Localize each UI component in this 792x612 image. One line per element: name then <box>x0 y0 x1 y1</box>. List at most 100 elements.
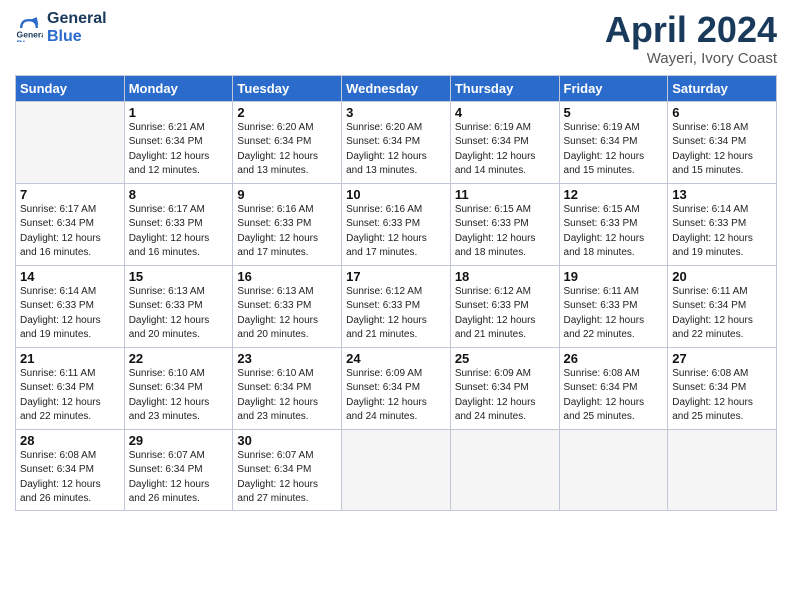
day-info: Sunrise: 6:19 AMSunset: 6:34 PMDaylight:… <box>564 121 664 179</box>
calendar-cell: 15Sunrise: 6:13 AMSunset: 6:33 PMDayligh… <box>124 265 233 347</box>
day-number: 17 <box>346 269 446 284</box>
day-info: Sunrise: 6:19 AMSunset: 6:34 PMDaylight:… <box>455 121 555 179</box>
calendar-cell: 10Sunrise: 6:16 AMSunset: 6:33 PMDayligh… <box>342 183 451 265</box>
calendar-cell: 23Sunrise: 6:10 AMSunset: 6:34 PMDayligh… <box>233 347 342 429</box>
day-info: Sunrise: 6:18 AMSunset: 6:34 PMDaylight:… <box>672 121 772 179</box>
logo-blue: Blue <box>47 28 107 46</box>
calendar-cell <box>450 429 559 510</box>
day-number: 13 <box>672 187 772 202</box>
calendar-cell <box>16 101 125 183</box>
day-number: 5 <box>564 105 664 120</box>
day-number: 19 <box>564 269 664 284</box>
calendar-cell: 14Sunrise: 6:14 AMSunset: 6:33 PMDayligh… <box>16 265 125 347</box>
calendar-cell: 28Sunrise: 6:08 AMSunset: 6:34 PMDayligh… <box>16 429 125 510</box>
day-info: Sunrise: 6:21 AMSunset: 6:34 PMDaylight:… <box>129 121 229 179</box>
day-number: 9 <box>237 187 337 202</box>
day-info: Sunrise: 6:07 AMSunset: 6:34 PMDaylight:… <box>129 449 229 507</box>
calendar-cell: 17Sunrise: 6:12 AMSunset: 6:33 PMDayligh… <box>342 265 451 347</box>
day-number: 23 <box>237 351 337 366</box>
day-info: Sunrise: 6:13 AMSunset: 6:33 PMDaylight:… <box>129 285 229 343</box>
calendar-cell: 3Sunrise: 6:20 AMSunset: 6:34 PMDaylight… <box>342 101 451 183</box>
day-info: Sunrise: 6:11 AMSunset: 6:34 PMDaylight:… <box>672 285 772 343</box>
header-day-thursday: Thursday <box>450 75 559 101</box>
day-info: Sunrise: 6:09 AMSunset: 6:34 PMDaylight:… <box>455 367 555 425</box>
calendar-cell: 11Sunrise: 6:15 AMSunset: 6:33 PMDayligh… <box>450 183 559 265</box>
day-number: 27 <box>672 351 772 366</box>
calendar-cell: 25Sunrise: 6:09 AMSunset: 6:34 PMDayligh… <box>450 347 559 429</box>
header-day-tuesday: Tuesday <box>233 75 342 101</box>
calendar-cell: 18Sunrise: 6:12 AMSunset: 6:33 PMDayligh… <box>450 265 559 347</box>
calendar-cell: 30Sunrise: 6:07 AMSunset: 6:34 PMDayligh… <box>233 429 342 510</box>
calendar-cell <box>342 429 451 510</box>
day-number: 6 <box>672 105 772 120</box>
day-info: Sunrise: 6:10 AMSunset: 6:34 PMDaylight:… <box>237 367 337 425</box>
calendar-cell: 8Sunrise: 6:17 AMSunset: 6:33 PMDaylight… <box>124 183 233 265</box>
calendar-cell: 9Sunrise: 6:16 AMSunset: 6:33 PMDaylight… <box>233 183 342 265</box>
calendar-cell: 29Sunrise: 6:07 AMSunset: 6:34 PMDayligh… <box>124 429 233 510</box>
day-number: 21 <box>20 351 120 366</box>
calendar-cell: 20Sunrise: 6:11 AMSunset: 6:34 PMDayligh… <box>668 265 777 347</box>
day-number: 12 <box>564 187 664 202</box>
day-info: Sunrise: 6:16 AMSunset: 6:33 PMDaylight:… <box>237 203 337 261</box>
header-day-saturday: Saturday <box>668 75 777 101</box>
day-info: Sunrise: 6:14 AMSunset: 6:33 PMDaylight:… <box>20 285 120 343</box>
month-title: April 2024 <box>605 10 777 50</box>
svg-text:Blue: Blue <box>17 39 36 42</box>
calendar-cell: 21Sunrise: 6:11 AMSunset: 6:34 PMDayligh… <box>16 347 125 429</box>
header: General Blue General Blue April 2024 Way… <box>15 10 777 67</box>
day-info: Sunrise: 6:08 AMSunset: 6:34 PMDaylight:… <box>672 367 772 425</box>
calendar-cell: 24Sunrise: 6:09 AMSunset: 6:34 PMDayligh… <box>342 347 451 429</box>
day-number: 24 <box>346 351 446 366</box>
week-row-3: 21Sunrise: 6:11 AMSunset: 6:34 PMDayligh… <box>16 347 777 429</box>
day-number: 11 <box>455 187 555 202</box>
day-info: Sunrise: 6:16 AMSunset: 6:33 PMDaylight:… <box>346 203 446 261</box>
location-subtitle: Wayeri, Ivory Coast <box>605 50 777 67</box>
day-number: 14 <box>20 269 120 284</box>
logo-general: General <box>47 10 107 28</box>
title-block: April 2024 Wayeri, Ivory Coast <box>605 10 777 67</box>
calendar-cell: 4Sunrise: 6:19 AMSunset: 6:34 PMDaylight… <box>450 101 559 183</box>
calendar-cell: 2Sunrise: 6:20 AMSunset: 6:34 PMDaylight… <box>233 101 342 183</box>
header-day-sunday: Sunday <box>16 75 125 101</box>
week-row-4: 28Sunrise: 6:08 AMSunset: 6:34 PMDayligh… <box>16 429 777 510</box>
calendar-table: SundayMondayTuesdayWednesdayThursdayFrid… <box>15 75 777 511</box>
day-number: 7 <box>20 187 120 202</box>
day-info: Sunrise: 6:15 AMSunset: 6:33 PMDaylight:… <box>455 203 555 261</box>
day-info: Sunrise: 6:14 AMSunset: 6:33 PMDaylight:… <box>672 203 772 261</box>
day-number: 1 <box>129 105 229 120</box>
calendar-cell <box>559 429 668 510</box>
header-row: SundayMondayTuesdayWednesdayThursdayFrid… <box>16 75 777 101</box>
day-info: Sunrise: 6:11 AMSunset: 6:33 PMDaylight:… <box>564 285 664 343</box>
header-day-wednesday: Wednesday <box>342 75 451 101</box>
logo-icon: General Blue <box>15 14 43 42</box>
day-number: 3 <box>346 105 446 120</box>
day-info: Sunrise: 6:17 AMSunset: 6:34 PMDaylight:… <box>20 203 120 261</box>
day-number: 29 <box>129 433 229 448</box>
calendar-cell <box>668 429 777 510</box>
day-number: 26 <box>564 351 664 366</box>
day-info: Sunrise: 6:20 AMSunset: 6:34 PMDaylight:… <box>237 121 337 179</box>
day-info: Sunrise: 6:15 AMSunset: 6:33 PMDaylight:… <box>564 203 664 261</box>
day-info: Sunrise: 6:17 AMSunset: 6:33 PMDaylight:… <box>129 203 229 261</box>
day-info: Sunrise: 6:13 AMSunset: 6:33 PMDaylight:… <box>237 285 337 343</box>
week-row-1: 7Sunrise: 6:17 AMSunset: 6:34 PMDaylight… <box>16 183 777 265</box>
day-info: Sunrise: 6:12 AMSunset: 6:33 PMDaylight:… <box>346 285 446 343</box>
calendar-cell: 27Sunrise: 6:08 AMSunset: 6:34 PMDayligh… <box>668 347 777 429</box>
day-number: 20 <box>672 269 772 284</box>
day-number: 28 <box>20 433 120 448</box>
calendar-cell: 13Sunrise: 6:14 AMSunset: 6:33 PMDayligh… <box>668 183 777 265</box>
day-info: Sunrise: 6:08 AMSunset: 6:34 PMDaylight:… <box>564 367 664 425</box>
calendar-cell: 16Sunrise: 6:13 AMSunset: 6:33 PMDayligh… <box>233 265 342 347</box>
calendar-cell: 7Sunrise: 6:17 AMSunset: 6:34 PMDaylight… <box>16 183 125 265</box>
day-number: 15 <box>129 269 229 284</box>
calendar-cell: 26Sunrise: 6:08 AMSunset: 6:34 PMDayligh… <box>559 347 668 429</box>
day-number: 22 <box>129 351 229 366</box>
logo: General Blue General Blue <box>15 10 107 47</box>
day-number: 10 <box>346 187 446 202</box>
svg-text:General: General <box>17 30 43 40</box>
day-info: Sunrise: 6:09 AMSunset: 6:34 PMDaylight:… <box>346 367 446 425</box>
week-row-0: 1Sunrise: 6:21 AMSunset: 6:34 PMDaylight… <box>16 101 777 183</box>
calendar-cell: 12Sunrise: 6:15 AMSunset: 6:33 PMDayligh… <box>559 183 668 265</box>
day-info: Sunrise: 6:11 AMSunset: 6:34 PMDaylight:… <box>20 367 120 425</box>
day-number: 25 <box>455 351 555 366</box>
